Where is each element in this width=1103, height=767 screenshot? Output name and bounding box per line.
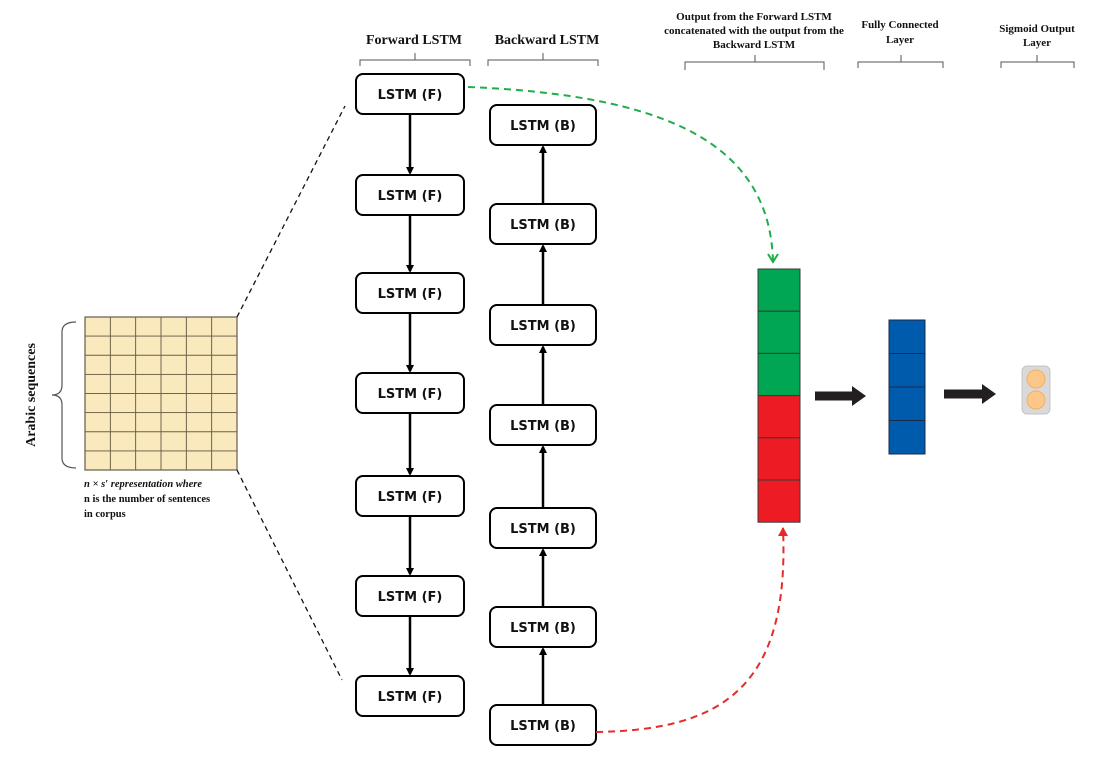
header-concat-line3: Backward LSTM [713, 39, 796, 51]
input-caption-line2: n is the number of sentences [84, 494, 210, 505]
sigmoid-unit [1026, 369, 1046, 389]
bracket-backward [487, 53, 599, 66]
header-sigmoid-line2: Layer [1023, 37, 1051, 49]
backward-lstm-cell-label: LSTM (B) [510, 621, 576, 636]
projection-line-top [236, 105, 346, 318]
forward-lstm-cell-label: LSTM (F) [378, 387, 443, 402]
header-backward-lstm: Backward LSTM [495, 33, 600, 48]
backward-lstm-cell-label: LSTM (B) [510, 522, 576, 537]
header-sigmoid-line1: Sigmoid Output [999, 23, 1075, 35]
concat-backward-unit [757, 395, 801, 439]
concat-backward-unit [757, 437, 801, 481]
bracket-forward [359, 53, 471, 66]
header-concat-line1: Output from the Forward LSTM [676, 11, 832, 23]
fully-connected-vector [888, 319, 926, 455]
bilstm-diagram: Forward LSTM Backward LSTM Output from t… [24, 11, 1075, 746]
forward-lstm-cell-label: LSTM (F) [378, 189, 443, 204]
concat-forward-unit [757, 352, 801, 397]
bracket-sigmoid [1000, 55, 1075, 68]
concat-forward-unit [757, 268, 801, 312]
backward-lstm-cell-label: LSTM (B) [510, 119, 576, 134]
input-brace [51, 321, 77, 469]
sigmoid-output [1021, 365, 1051, 415]
forward-lstm-cell-label: LSTM (F) [378, 88, 443, 103]
concat-forward-unit [757, 310, 801, 354]
forward-lstm-cell-label: LSTM (F) [378, 490, 443, 505]
concatenated-vector [757, 268, 801, 523]
bracket-fc [857, 55, 944, 68]
dense-unit [888, 319, 926, 354]
backward-lstm-cell-label: LSTM (B) [510, 218, 576, 233]
forward-lstm-column: LSTM (F) LSTM (F) LSTM (F) LSTM (F) LSTM (F)… [355, 73, 465, 717]
arrow-to-dense-head [852, 386, 866, 406]
backward-lstm-cell-label: LSTM (B) [510, 719, 576, 734]
backward-lstm-column: LSTM (B) LSTM (B) LSTM (B) LSTM (B) LSTM (B)… [489, 104, 597, 746]
backward-lstm-cell-label: LSTM (B) [510, 419, 576, 434]
forward-lstm-cell-label: LSTM (F) [378, 590, 443, 605]
dense-unit [888, 353, 926, 388]
input-caption-line3: in corpus [84, 509, 126, 520]
header-concat-line2: concatenated with the output from the [664, 25, 844, 37]
header-forward-lstm: Forward LSTM [366, 33, 462, 48]
dense-unit [888, 386, 926, 421]
arrow-to-sigmoid-head [982, 384, 996, 404]
input-matrix [84, 316, 238, 471]
forward-lstm-cell-label: LSTM (F) [378, 287, 443, 302]
concat-backward-unit [757, 479, 801, 523]
sigmoid-unit [1026, 390, 1046, 410]
bracket-concat [684, 55, 825, 70]
dense-unit [888, 420, 926, 455]
forward-lstm-cell-label: LSTM (F) [378, 690, 443, 705]
backward-output-connector [595, 527, 788, 733]
input-caption-line1: n × s′ representation where [84, 479, 202, 490]
header-fc-line2: Layer [886, 34, 914, 46]
backward-lstm-cell-label: LSTM (B) [510, 319, 576, 334]
projection-line-bottom [236, 469, 343, 681]
header-fc-line1: Fully Connected [861, 19, 938, 31]
input-side-label: Arabic sequences [24, 343, 39, 447]
